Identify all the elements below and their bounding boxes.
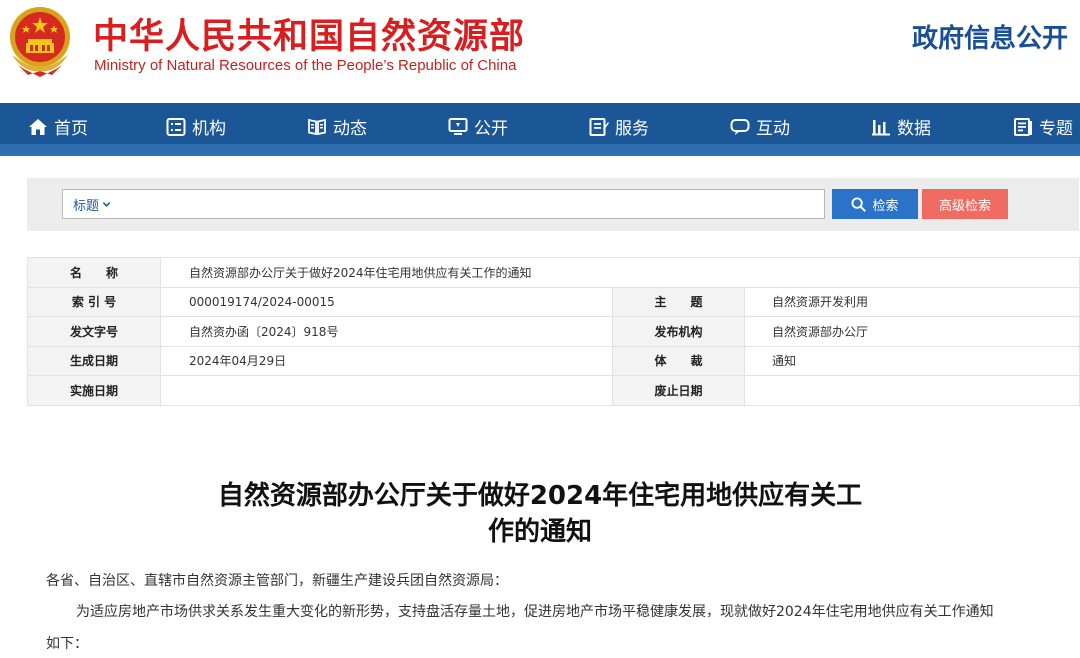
nav-label: 服务 [615,119,649,139]
issuer-value: 自然资源部办公厅 [743,316,1080,347]
table-row: 发文字号 自然资办函〔2024〕918号 发布机构 自然资源部办公厅 [27,316,1080,347]
nav-label: 首页 [54,119,88,139]
index-value: 000019174/2024-00015 [160,286,613,317]
nav-label: 互动 [756,119,790,139]
search-button-label: 检索 [872,197,899,213]
expiry-date-value [743,375,1080,406]
national-emblem-icon [10,7,70,77]
table-row: 生成日期 2024年04月29日 体 裁 通知 [27,345,1080,376]
topic-label: 主 题 [612,286,745,317]
effective-date-value [160,375,613,406]
expiry-date-label: 废止日期 [612,375,745,406]
name-label: 名 称 [27,257,161,288]
search-scope-label: 标题 [73,198,100,214]
name-value: 自然资源部办公厅关于做好2024年住宅用地供应有关工作的通知 [159,257,1080,288]
search-box: 标题 [62,189,825,219]
section-title[interactable]: 政府信息公开 [912,18,1068,55]
genre-value: 通知 [743,345,1080,376]
nav-item-disclosure[interactable]: 公开 [448,103,508,150]
main-nav: 首页 机构 动态 公开 服务 互动 数据 专题 [0,103,1080,150]
bar-chart-icon [872,119,890,135]
nav-label: 动态 [333,119,367,139]
chat-icon [730,118,750,135]
search-icon [851,196,867,212]
nav-label: 机构 [192,119,226,139]
article-salutation: 各省、自治区、直辖市自然资源主管部门，新疆生产建设兵团自然资源局： [46,573,508,589]
nav-label: 数据 [897,119,931,139]
date-value: 2024年04月29日 [160,345,613,376]
search-scope-select[interactable]: 标题 [73,190,111,218]
site-header: 中华人民共和国自然资源部 Ministry of Natural Resourc… [0,0,1080,103]
nav-label: 专题 [1039,119,1073,139]
nav-item-interaction[interactable]: 互动 [730,103,790,150]
topic-icon [1014,117,1032,136]
article-paragraph-continued: 如下： [46,636,88,652]
news-icon [308,118,326,135]
nav-item-home[interactable]: 首页 [28,103,88,150]
nav-label: 公开 [474,119,508,139]
table-row: 名 称 自然资源部办公厅关于做好2024年住宅用地供应有关工作的通知 [27,257,1080,288]
nav-item-topics[interactable]: 专题 [1013,103,1073,150]
org-icon [166,117,186,136]
search-panel: 标题 检索 高级检索 [27,178,1079,231]
home-icon [29,118,47,135]
genre-label: 体 裁 [612,345,745,376]
docno-label: 发文字号 [27,316,161,347]
nav-item-data[interactable]: 数据 [871,103,931,150]
table-row: 实施日期 废止日期 [27,375,1080,406]
article-title-line: 自然资源部办公厅关于做好2024年住宅用地供应有关工 [217,481,863,511]
disclosure-icon [448,117,468,135]
search-input[interactable] [123,190,823,218]
nav-accent-strip [0,150,1080,156]
article-title-line: 作的通知 [487,517,592,547]
advanced-search-button[interactable]: 高级检索 [922,189,1008,219]
search-button[interactable]: 检索 [832,189,918,219]
date-label: 生成日期 [27,345,161,376]
table-row: 索 引 号 000019174/2024-00015 主 题 自然资源开发利用 [27,286,1080,317]
nav-item-service[interactable]: 服务 [589,103,649,150]
document-info-table: 名 称 自然资源部办公厅关于做好2024年住宅用地供应有关工作的通知 索 引 号… [27,257,1080,406]
docno-value: 自然资办函〔2024〕918号 [160,316,613,347]
nav-item-org[interactable]: 机构 [166,103,226,150]
site-subtitle: Ministry of Natural Resources of the Peo… [94,57,517,74]
effective-date-label: 实施日期 [27,375,161,406]
site-title[interactable]: 中华人民共和国自然资源部 [93,8,525,59]
chevron-down-icon [102,201,111,207]
index-label: 索 引 号 [27,286,161,317]
article-title: 自然资源部办公厅关于做好2024年住宅用地供应有关工 作的通知 [150,478,930,550]
nav-item-news[interactable]: 动态 [307,103,367,150]
topic-value: 自然资源开发利用 [743,286,1080,317]
service-icon [589,117,609,136]
issuer-label: 发布机构 [612,316,745,347]
article-paragraph: 为适应房地产市场供求关系发生重大变化的新形势，支持盘活存量土地，促进房地产市场平… [76,604,994,620]
advanced-search-label: 高级检索 [938,197,991,213]
